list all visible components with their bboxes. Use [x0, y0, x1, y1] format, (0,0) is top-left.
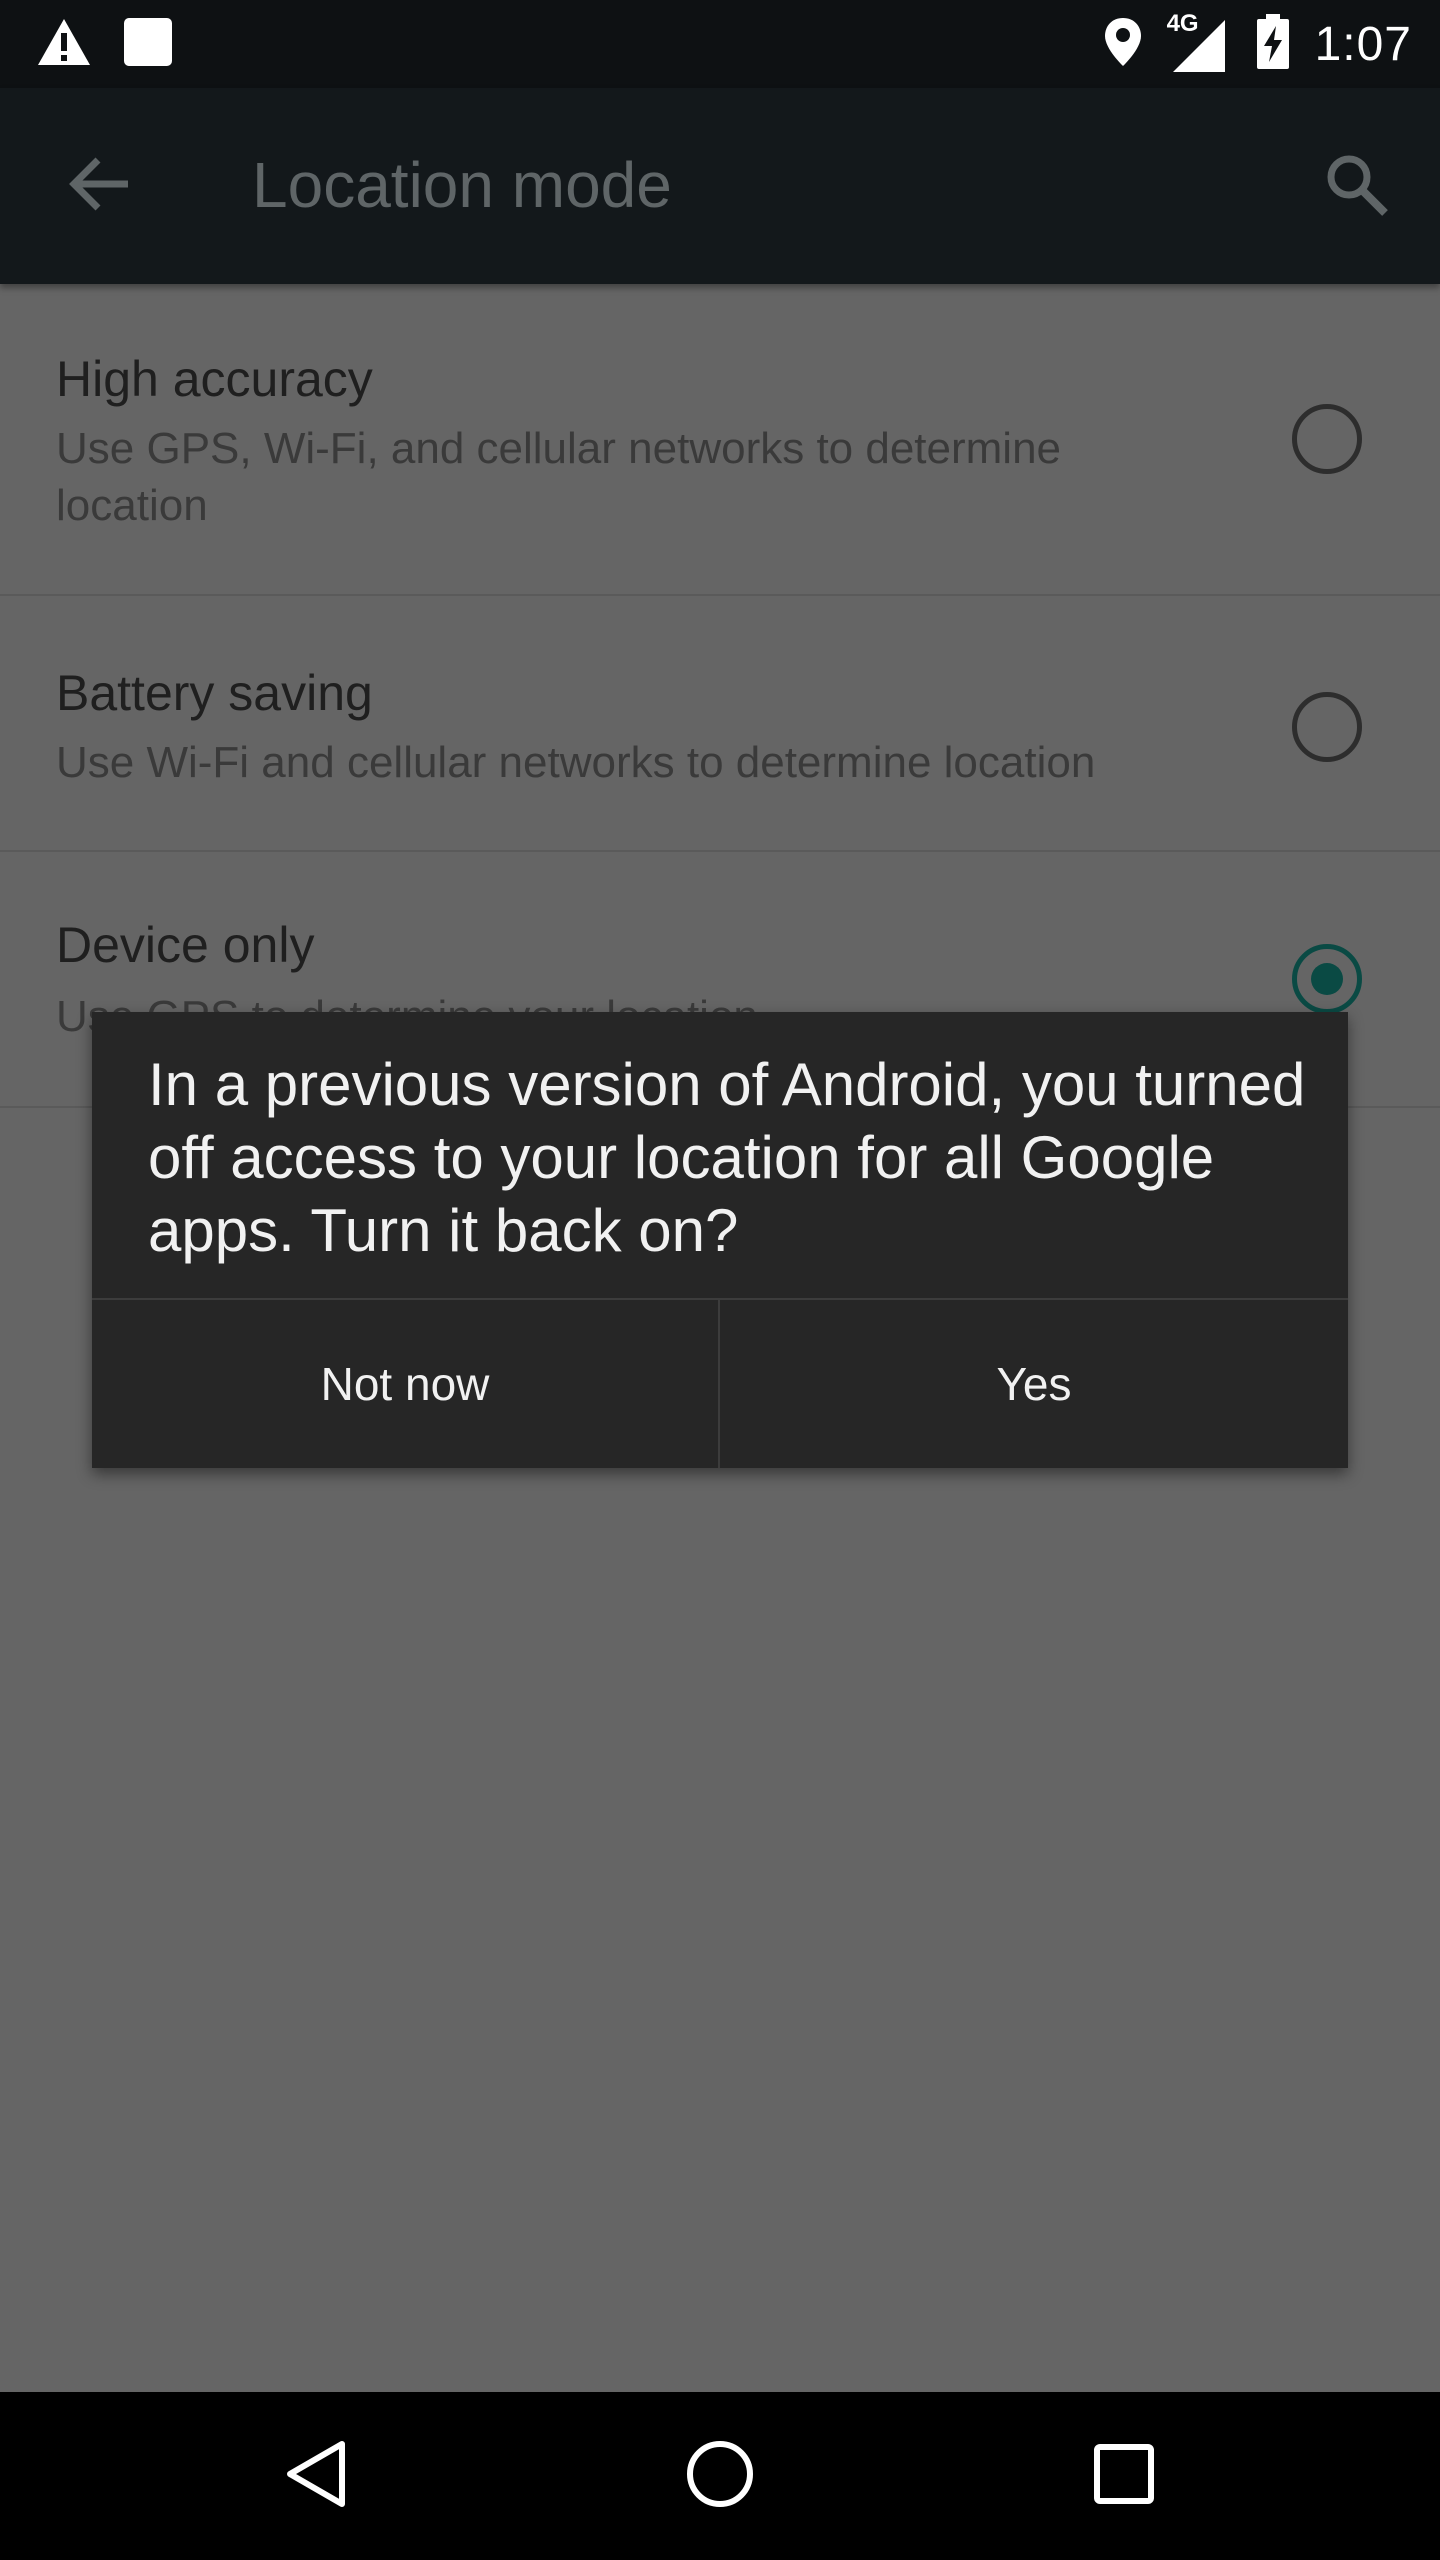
radio-button-unchecked[interactable] [1292, 692, 1362, 762]
network-type-label: 4G [1166, 10, 1199, 37]
page-title: Location mode [252, 149, 672, 221]
recents-square-icon [1092, 2442, 1156, 2511]
option-summary: Use Wi-Fi and cellular networks to deter… [56, 738, 1096, 787]
radio-button-unchecked[interactable] [1292, 404, 1362, 474]
option-title: Device only [56, 917, 315, 973]
not-now-button[interactable]: Not now [92, 1300, 718, 1468]
battery-charging-icon [1255, 13, 1291, 75]
search-icon [1323, 151, 1389, 222]
location-pin-icon [1103, 16, 1143, 73]
option-high-accuracy[interactable]: High accuracy Use GPS, Wi-Fi, and cellul… [0, 284, 1440, 596]
option-title: Battery saving [56, 665, 373, 721]
option-summary: Use GPS, Wi-Fi, and cellular networks to… [56, 424, 1062, 530]
location-access-dialog: In a previous version of Android, you tu… [92, 1012, 1348, 1468]
navigation-bar [0, 2392, 1440, 2560]
search-button[interactable] [1316, 146, 1396, 226]
option-battery-saving[interactable]: Battery saving Use Wi-Fi and cellular ne… [0, 596, 1440, 852]
arrow-back-icon [68, 156, 132, 217]
status-bar: 4G 1:07 [0, 0, 1440, 88]
warning-icon [36, 17, 92, 72]
signal-4g-icon: 4G [1167, 10, 1227, 74]
nav-recents-button[interactable] [1078, 2430, 1170, 2522]
option-title: High accuracy [56, 351, 373, 407]
status-time: 1:07 [1314, 17, 1412, 71]
nav-home-button[interactable] [674, 2430, 766, 2522]
dialog-message: In a previous version of Android, you tu… [148, 1051, 1306, 1264]
radio-button-checked[interactable] [1292, 944, 1362, 1014]
location-mode-list: High accuracy Use GPS, Wi-Fi, and cellul… [0, 284, 1440, 1108]
radio-dot [1311, 963, 1343, 995]
back-triangle-icon [284, 2438, 348, 2515]
status-right-icons: 4G 1:07 [1103, 10, 1412, 78]
app-bar: Location mode [0, 88, 1440, 284]
status-left-icons [36, 16, 174, 73]
yes-button[interactable]: Yes [720, 1300, 1348, 1468]
back-button[interactable] [60, 146, 140, 226]
nav-back-button[interactable] [270, 2430, 362, 2522]
home-circle-icon [685, 2439, 755, 2514]
notification-square-icon [122, 16, 174, 73]
